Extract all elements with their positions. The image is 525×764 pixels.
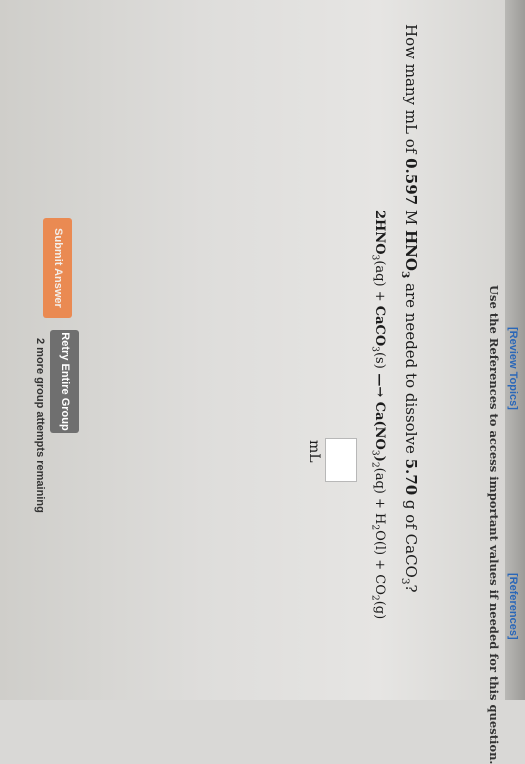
reaction-arrow: —→ <box>372 368 387 402</box>
question-middle: are needed to dissolve <box>402 278 420 459</box>
answer-unit: mL <box>306 440 322 463</box>
equation-lhs1-state: (aq) + <box>372 260 387 306</box>
references-link[interactable]: [References] <box>507 573 519 640</box>
equation-rhs3-state: (g) <box>372 600 387 620</box>
review-topics-link[interactable]: [Review Topics] <box>507 327 519 410</box>
equation-rhs2-state: O(l) + CO <box>372 530 387 595</box>
question-end: ? <box>402 584 420 593</box>
question-prefix: How many mL of <box>402 24 420 159</box>
submit-answer-button[interactable]: Submit Answer <box>43 218 72 318</box>
question-of: of CaCO <box>402 509 420 578</box>
caco3-subscript: 3 <box>399 577 411 585</box>
concentration-value: 0.597 <box>402 158 420 206</box>
retry-entire-group-button[interactable]: Retry Entire Group <box>50 330 79 433</box>
reaction-equation: 2HNO3(aq) + CaCO3(s) —→ Ca(NO3)2(aq) + H… <box>369 210 387 619</box>
equation-rhs1: Ca(NO <box>372 401 387 450</box>
references-instruction: Use the References to access important v… <box>487 285 501 764</box>
question-text: How many mL of 0.597 M HNO 3 are needed t… <box>399 24 420 593</box>
answer-input[interactable] <box>325 438 357 482</box>
equation-lhs2: CaCO <box>372 305 387 347</box>
mass-value: 5.70 <box>402 458 420 496</box>
equation-lhs2-state: (s) <box>372 351 387 369</box>
concentration-unit: M <box>402 205 420 230</box>
attempts-remaining-text: 2 more group attempts remaining <box>34 338 46 513</box>
mass-unit: g <box>402 495 420 510</box>
equation-rhs1-state: (aq) + H <box>372 467 387 525</box>
equation-lhs1: 2HNO <box>372 210 387 255</box>
acid-formula: HNO <box>402 229 420 271</box>
question-page: [Review Topics] [References] Use the Ref… <box>0 0 525 764</box>
